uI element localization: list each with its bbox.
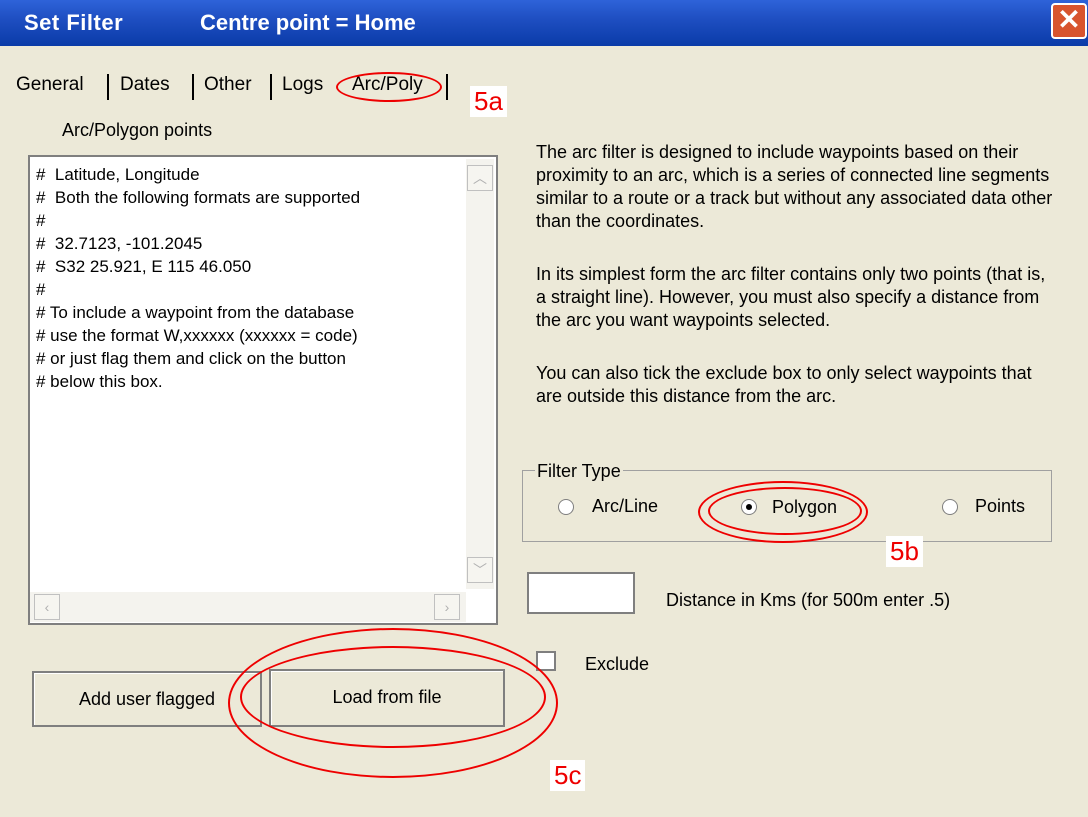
scroll-right-button[interactable]: › — [434, 594, 460, 620]
radio-points[interactable] — [942, 499, 958, 515]
radio-arc-line-label[interactable]: Arc/Line — [592, 496, 658, 517]
textarea-line: # Both the following formats are support… — [36, 188, 361, 207]
scroll-left-button[interactable]: ‹ — [34, 594, 60, 620]
distance-label: Distance in Kms (for 500m enter .5) — [666, 590, 951, 610]
annotation-5b: 5b — [886, 536, 923, 567]
tab-divider — [107, 74, 109, 100]
annotation-5a: 5a — [470, 86, 507, 117]
chevron-right-icon: › — [444, 599, 450, 615]
filter-type-legend: Filter Type — [535, 461, 623, 482]
description-paragraph: In its simplest form the arc filter cont… — [536, 264, 1046, 330]
tab-divider — [192, 74, 194, 100]
title-bar: Set Filter Centre point = Home ✕ — [0, 0, 1088, 46]
points-label: Arc/Polygon points — [62, 120, 213, 140]
dialog-title: Set Filter — [24, 10, 124, 35]
textarea-line: # use the format W,xxxxxx (xxxxxx = code… — [36, 326, 358, 345]
chevron-down-icon: ﹀ — [473, 562, 487, 578]
textarea-line: # Latitude, Longitude — [36, 165, 200, 184]
scroll-down-button[interactable]: ﹀ — [467, 557, 493, 583]
tab-divider — [270, 74, 272, 100]
close-icon: ✕ — [1057, 4, 1081, 35]
annotation-5c: 5c — [550, 760, 586, 791]
textarea-line: # S32 25.921, E 115 46.050 — [36, 257, 252, 276]
tab-divider — [446, 74, 448, 100]
annotation-ellipse-5b-inner — [708, 487, 862, 535]
dialog-subtitle: Centre point = Home — [200, 10, 416, 35]
textarea-line: # or just flag them and click on the but… — [36, 349, 346, 368]
annotation-ellipse-5c-inner — [240, 646, 546, 748]
textarea-line: # To include a waypoint from the databas… — [36, 303, 355, 322]
tab-other[interactable]: Other — [204, 68, 252, 102]
distance-input[interactable] — [527, 572, 635, 614]
annotation-ellipse-5a — [336, 72, 442, 102]
horizontal-scrollbar[interactable]: ‹ › — [30, 592, 466, 622]
radio-points-label[interactable]: Points — [975, 496, 1025, 517]
textarea-line: # below this box. — [36, 372, 163, 391]
chevron-up-icon: ︿ — [473, 170, 487, 186]
vertical-scrollbar[interactable]: ︿ ﹀ — [466, 159, 494, 589]
chevron-left-icon: ‹ — [44, 599, 50, 615]
tab-logs[interactable]: Logs — [282, 68, 323, 102]
tab-general[interactable]: General — [16, 68, 84, 102]
close-button[interactable]: ✕ — [1051, 3, 1087, 39]
description-paragraph: The arc filter is designed to include wa… — [536, 142, 1053, 231]
points-textarea[interactable]: # Latitude, Longitude # Both the followi… — [28, 155, 498, 625]
textarea-line: # — [36, 211, 46, 230]
tab-dates[interactable]: Dates — [120, 68, 170, 102]
scroll-up-button[interactable]: ︿ — [467, 165, 493, 191]
exclude-label[interactable]: Exclude — [585, 654, 649, 675]
textarea-line: # 32.7123, -101.2045 — [36, 234, 203, 253]
radio-arc-line[interactable] — [558, 499, 574, 515]
textarea-line: # — [36, 280, 46, 299]
description-paragraph: You can also tick the exclude box to onl… — [536, 363, 1032, 406]
